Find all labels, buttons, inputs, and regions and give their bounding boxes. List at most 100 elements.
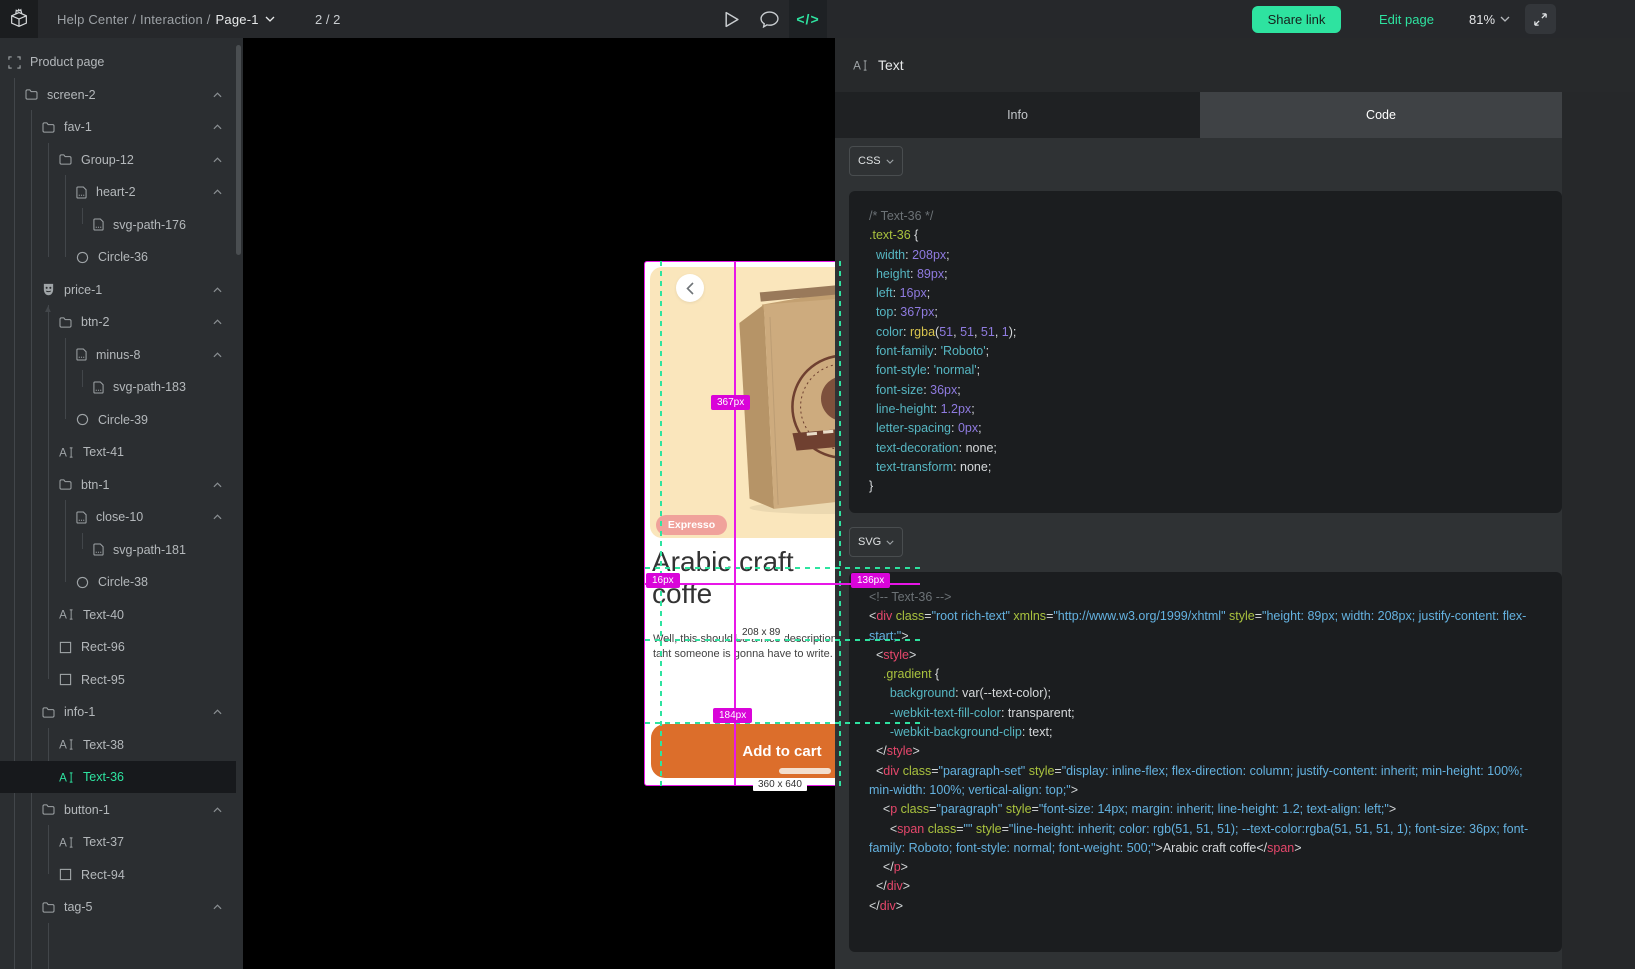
svg-text:A: A <box>59 609 67 621</box>
chevron-up-icon[interactable] <box>213 157 222 163</box>
chevron-up-icon[interactable] <box>213 287 222 293</box>
inspector-title: Text <box>878 57 904 73</box>
chevron-up-icon[interactable] <box>213 709 222 715</box>
layer-row-minus-8[interactable]: minus-8 <box>0 339 236 371</box>
code-mode-button[interactable]: </> <box>789 0 827 38</box>
folder-icon <box>42 804 55 815</box>
layer-row-rect-96[interactable]: Rect-96 <box>0 631 236 663</box>
design-canvas[interactable]: Expresso Arabic craft coffe 16.5€ − 2 + … <box>243 38 835 969</box>
chevron-up-icon[interactable] <box>213 124 222 130</box>
css-code-block: /* Text-36 */.text-36 { width: 208px; he… <box>849 191 1562 513</box>
css-format-dropdown[interactable]: CSS <box>849 146 903 176</box>
layer-row-screen-2[interactable]: screen-2 <box>0 79 236 111</box>
layer-label: Text-37 <box>83 835 124 849</box>
play-icon <box>724 11 739 28</box>
edit-page-link[interactable]: Edit page <box>1379 0 1434 38</box>
layer-row-text-40[interactable]: A Text-40 <box>0 599 236 631</box>
layer-label: heart-2 <box>96 185 136 199</box>
layer-row-tag-5[interactable]: tag-5 <box>0 891 236 923</box>
layer-row-circle-36[interactable]: Circle-36 <box>0 241 236 273</box>
chevron-down-icon[interactable] <box>265 16 275 22</box>
layer-row-info-1[interactable]: info-1 <box>0 696 236 728</box>
layer-row-text-37[interactable]: AText-37 <box>0 826 236 858</box>
layer-label: Text-41 <box>83 445 124 459</box>
comment-button[interactable] <box>750 0 788 38</box>
file-icon <box>76 511 87 524</box>
file-icon <box>93 381 104 394</box>
chevron-up-icon[interactable] <box>213 514 222 520</box>
chevron-up-icon[interactable] <box>213 482 222 488</box>
svg-format-dropdown[interactable]: SVG <box>849 527 903 557</box>
layer-row-rect-95[interactable]: Rect-95 <box>0 664 236 696</box>
layer-label: Circle-39 <box>98 413 148 427</box>
layer-row-btn-2[interactable]: btn-2 <box>0 306 236 338</box>
product-tag-badge: Expresso <box>656 515 727 535</box>
layers-sidebar: ▲ Product pagescreen-2fav-1Group-12heart… <box>0 38 243 969</box>
rect-icon <box>59 673 72 686</box>
mask-icon <box>42 283 55 296</box>
selection-size-label: 208 x 89 <box>737 626 785 639</box>
chevron-up-icon[interactable] <box>213 807 222 813</box>
fullscreen-button[interactable] <box>1525 4 1556 34</box>
layer-label: Text-40 <box>83 608 124 622</box>
layer-row-text-38[interactable]: AText-38 <box>0 729 236 761</box>
layer-row-heart-2[interactable]: heart-2 <box>0 176 236 208</box>
chevron-up-icon[interactable] <box>213 904 222 910</box>
layer-label: price-1 <box>64 283 102 297</box>
breadcrumb[interactable]: Help Center / Interaction / Page-1 <box>57 0 275 38</box>
layer-row-close-10[interactable]: close-10 <box>0 501 236 533</box>
product-title: Arabic craft coffe <box>652 546 848 610</box>
layer-row-group-12[interactable]: Group-12 <box>0 144 236 176</box>
layer-label: Rect-95 <box>81 673 125 687</box>
layer-label: minus-8 <box>96 348 140 362</box>
measure-label-left: 16px <box>646 573 680 588</box>
layer-row-text-36[interactable]: AText-36 <box>0 761 236 793</box>
tab-code[interactable]: Code <box>1200 92 1562 138</box>
layer-row-btn-1[interactable]: btn-1 <box>0 469 236 501</box>
tab-info[interactable]: Info <box>835 92 1200 138</box>
chevron-up-icon[interactable] <box>213 319 222 325</box>
play-button[interactable] <box>712 0 750 38</box>
measure-label-top: 367px <box>711 395 750 410</box>
layer-row-rect-94[interactable]: Rect-94 <box>0 859 236 891</box>
indent-guide <box>48 923 49 969</box>
layer-row-text-41[interactable]: AText-41 <box>0 436 236 468</box>
text-icon: A <box>59 771 74 784</box>
app-logo[interactable] <box>0 0 38 38</box>
layer-row-circle-38[interactable]: Circle-38 <box>0 566 236 598</box>
inspector-header: A Text <box>835 38 1635 92</box>
layer-row-product page[interactable]: Product page <box>0 46 236 78</box>
chevron-up-icon[interactable] <box>213 92 222 98</box>
svg-code-block: <!-- Text-36 --><div class="root rich-te… <box>849 572 1562 952</box>
layer-label: svg-path-176 <box>113 218 186 232</box>
layer-label: button-1 <box>64 803 110 817</box>
zoom-level-control[interactable]: 81% <box>1469 0 1510 38</box>
chevron-up-icon[interactable] <box>213 189 222 195</box>
svg-text:A: A <box>59 739 67 751</box>
layer-label: Product page <box>30 55 104 69</box>
text-icon: A <box>59 608 74 621</box>
screen-size-label: 360 x 640 <box>753 778 807 791</box>
chevron-left-icon <box>686 282 694 295</box>
share-link-button[interactable]: Share link <box>1252 6 1341 33</box>
layer-row-fav-1[interactable]: fav-1 <box>0 111 236 143</box>
sidebar-scrollbar[interactable] <box>236 45 241 255</box>
chevron-up-icon[interactable] <box>213 352 222 358</box>
layer-row-circle-39[interactable]: Circle-39 <box>0 404 236 436</box>
layer-row-svg-path-183[interactable]: svg-path-183 <box>0 371 236 403</box>
zoom-level-value: 81% <box>1469 12 1495 27</box>
text-element-icon: A <box>853 59 868 72</box>
inspector-panel: A Text Info Code CSS /* Text-36 */.text-… <box>835 38 1635 969</box>
layer-row-svg-path-181[interactable]: svg-path-181 <box>0 534 236 566</box>
circle-icon <box>76 413 89 426</box>
comment-icon <box>760 11 779 28</box>
measure-label-right: 136px <box>851 573 890 588</box>
layer-label: Rect-96 <box>81 640 125 654</box>
layer-row-button-1[interactable]: button-1 <box>0 794 236 826</box>
back-button[interactable] <box>676 274 704 302</box>
folder-icon <box>25 89 38 100</box>
home-indicator <box>779 768 831 774</box>
layer-row-price-1[interactable]: price-1 <box>0 274 236 306</box>
layer-row-svg-path-176[interactable]: svg-path-176 <box>0 209 236 241</box>
measure-label-bottom: 184px <box>713 708 752 723</box>
